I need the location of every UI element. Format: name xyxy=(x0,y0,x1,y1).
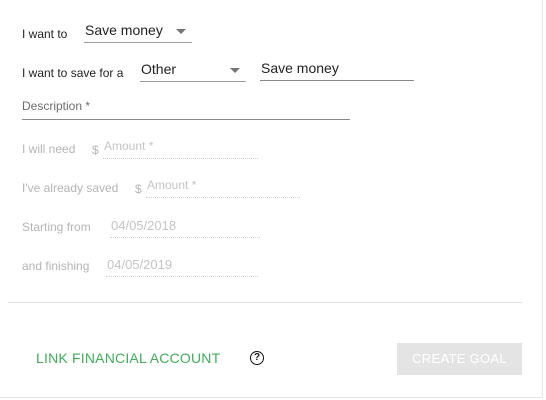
create-goal-card: I want to Save money I want to save for … xyxy=(0,0,543,398)
saved-label: I've already saved xyxy=(22,181,119,195)
end-date-input[interactable]: 04/05/2019 xyxy=(106,257,258,277)
save-for-label: I want to save for a xyxy=(22,66,124,80)
i-want-to-label: I want to xyxy=(22,27,68,41)
need-amount-input[interactable]: Amount * xyxy=(103,138,258,159)
goal-type-value: Save money xyxy=(85,22,163,38)
goal-type-select[interactable]: Save money xyxy=(84,21,192,43)
saved-amount-placeholder: Amount * xyxy=(147,178,197,192)
need-label: I will need xyxy=(22,142,76,156)
category-value: Other xyxy=(141,61,177,77)
need-currency: $ xyxy=(92,143,99,157)
need-amount-placeholder: Amount * xyxy=(104,139,154,153)
goal-name-input[interactable]: Save money xyxy=(260,60,414,81)
chevron-down-icon xyxy=(176,29,186,34)
description-placeholder: Description * xyxy=(22,99,91,113)
divider xyxy=(8,302,522,303)
saved-amount-input[interactable]: Amount * xyxy=(146,177,300,198)
saved-currency: $ xyxy=(135,182,142,196)
description-input[interactable]: Description * xyxy=(22,98,350,120)
end-date-value: 04/05/2019 xyxy=(107,257,173,272)
end-label: and finishing xyxy=(22,259,90,273)
help-icon[interactable]: ? xyxy=(250,351,264,365)
chevron-down-icon xyxy=(230,68,240,73)
goal-name-value: Save money xyxy=(261,60,339,76)
link-financial-account-button[interactable]: LINK FINANCIAL ACCOUNT xyxy=(36,350,220,366)
category-select[interactable]: Other xyxy=(140,60,246,82)
start-label: Starting from xyxy=(22,220,91,234)
start-date-value: 04/05/2018 xyxy=(111,218,177,233)
start-date-input[interactable]: 04/05/2018 xyxy=(110,218,260,238)
create-goal-button[interactable]: CREATE GOAL xyxy=(397,343,522,375)
